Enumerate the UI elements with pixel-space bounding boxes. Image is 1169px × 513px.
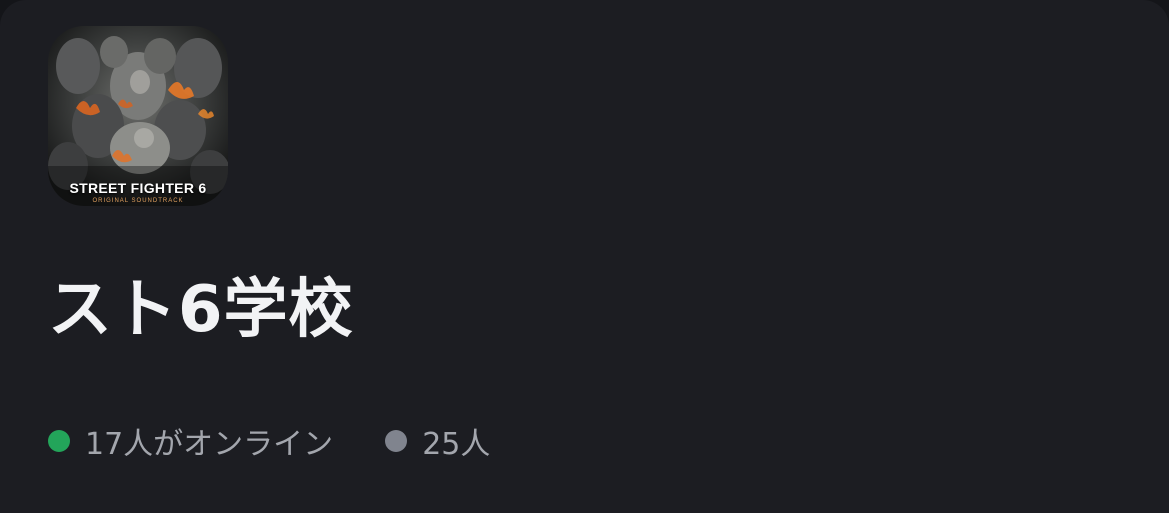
online-count-label: 17人がオンライン [85, 427, 334, 462]
online-count: 17人がオンライン [48, 419, 333, 463]
server-icon-logo-text: STREET FIGHTER 6 [69, 180, 207, 196]
server-name: スト6学校 [48, 273, 354, 347]
server-header-panel: STREET FIGHTER 6 ORIGINAL SOUNDTRACK スト6… [0, 0, 1169, 513]
server-stats: 17人がオンライン 25人 [48, 419, 490, 463]
server-icon-artwork [48, 26, 228, 206]
online-status-dot-icon [48, 430, 70, 452]
server-icon[interactable]: STREET FIGHTER 6 ORIGINAL SOUNDTRACK [48, 26, 228, 206]
member-count-label: 25人 [422, 427, 491, 462]
member-status-dot-icon [385, 430, 408, 452]
server-icon-logo-subtext: ORIGINAL SOUNDTRACK [92, 198, 184, 204]
member-count: 25人 [385, 419, 490, 463]
